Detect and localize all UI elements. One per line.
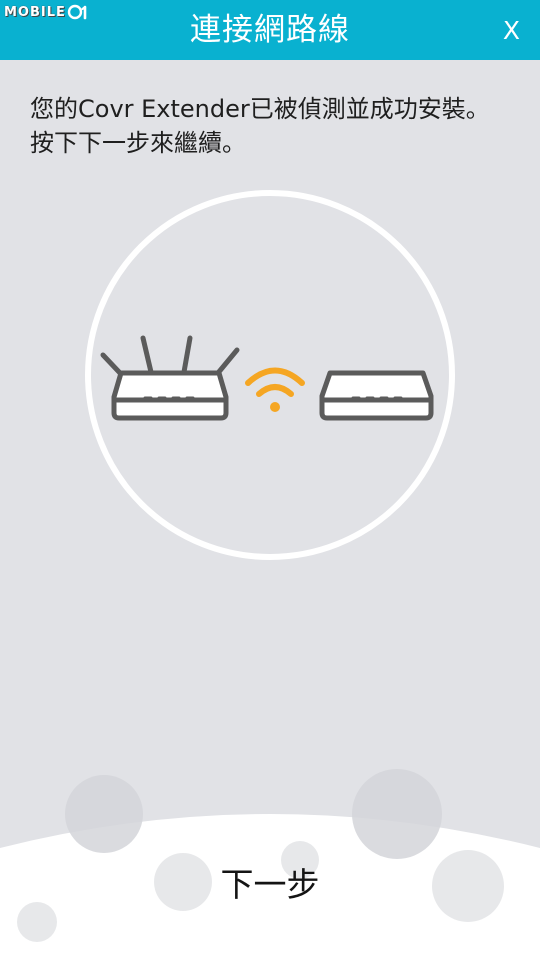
mobile01-watermark: MOBILE <box>4 4 93 20</box>
instruction-text: 您的Covr Extender已被偵測並成功安裝。按下下一步來繼續。 <box>30 95 490 157</box>
bubble-decoration <box>17 902 57 942</box>
extender-icon <box>319 370 434 421</box>
watermark-text: MOBILE <box>4 4 66 20</box>
bubble-decoration <box>65 775 143 853</box>
bubble-decoration <box>432 850 504 922</box>
connection-illustration <box>85 190 455 560</box>
bubble-decoration <box>352 769 442 859</box>
next-button[interactable]: 下一步 <box>170 850 370 920</box>
watermark-logo-icon <box>67 4 87 20</box>
close-button[interactable]: X <box>503 0 520 62</box>
